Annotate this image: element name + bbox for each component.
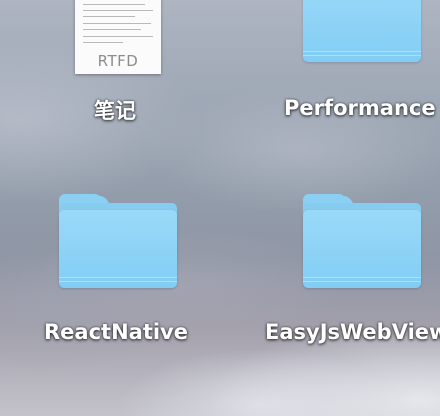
folder-icon — [59, 194, 177, 288]
file-type-badge: RTFD — [97, 52, 139, 70]
desktop-item-label: EasyJsWebView — [265, 320, 440, 344]
desktop-item-easyjswebview[interactable]: EasyJsWebView — [250, 180, 440, 350]
desktop-item-label: ReactNative — [44, 320, 188, 344]
folder-icon — [303, 0, 421, 62]
desktop-item-reactnative[interactable]: ReactNative — [0, 180, 235, 350]
desktop-item-performance[interactable]: Performance — [250, 0, 440, 130]
desktop-item-label: Performance — [284, 96, 436, 120]
desktop-item-label: 笔记 — [94, 99, 136, 123]
folder-icon — [303, 194, 421, 288]
desktop-item-notes[interactable]: RTFD 笔记 — [0, 0, 230, 130]
rtfd-document-icon: RTFD — [75, 0, 161, 74]
